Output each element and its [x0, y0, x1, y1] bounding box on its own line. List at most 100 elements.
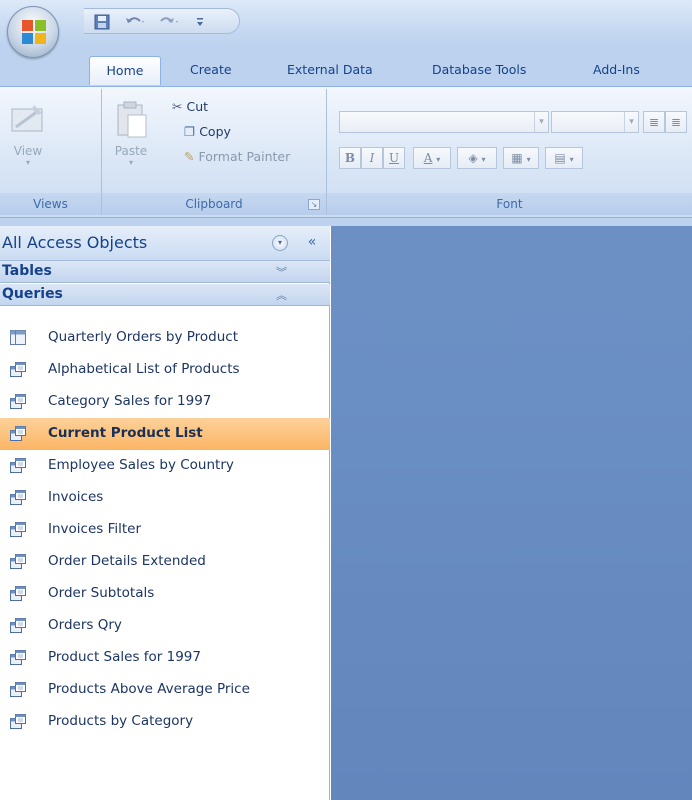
select-query-icon [10, 458, 26, 473]
nav-group-queries-label: Queries [2, 286, 63, 302]
alternate-fill-dropdown-arrow-icon: ▾ [569, 155, 574, 164]
list-item-products-above-average-price[interactable]: Products Above Average Price [0, 674, 330, 706]
copy-button[interactable]: ❐ Copy [184, 122, 231, 142]
cut-button[interactable]: ✂ Cut [172, 97, 208, 117]
select-query-icon [10, 394, 26, 409]
select-query-icon [10, 586, 26, 601]
list-item-invoices[interactable]: Invoices [0, 482, 330, 514]
quick-access-toolbar [84, 8, 240, 34]
align-center-button[interactable]: ≣ [665, 111, 687, 133]
select-query-icon [10, 554, 26, 569]
crosstab-query-icon [10, 330, 26, 345]
font-color-button[interactable]: A ▾ [413, 147, 451, 169]
fill-color-icon: ◈ [468, 151, 478, 165]
font-size-combo[interactable]: ▾ [551, 111, 639, 133]
list-item-label: Order Details Extended [48, 553, 206, 569]
list-item-category-sales-for-1997[interactable]: Category Sales for 1997 [0, 386, 330, 418]
ribbon-separator [0, 218, 692, 226]
font-color-dropdown-arrow-icon: ▾ [436, 155, 441, 164]
nav-group-tables[interactable]: Tables ︾ [0, 261, 330, 283]
font-name-dropdown-arrow-icon[interactable]: ▾ [534, 112, 548, 132]
list-item-label: Products Above Average Price [48, 681, 250, 697]
list-item-label: Product Sales for 1997 [48, 649, 201, 665]
list-item-label: Orders Qry [48, 617, 122, 633]
cut-label: Cut [186, 99, 209, 114]
scissors-icon: ✂ [172, 99, 183, 114]
list-item-employee-sales-by-country[interactable]: Employee Sales by Country [0, 450, 330, 482]
paste-button[interactable]: Paste ▾ [108, 99, 154, 183]
list-item-products-by-category[interactable]: Products by Category [0, 706, 330, 738]
title-bar [0, 0, 692, 46]
nav-pane-title[interactable]: All Access Objects [2, 233, 147, 252]
select-query-icon [10, 522, 26, 537]
clipboard-group-label: Clipboard [102, 193, 326, 215]
nav-pane-menu-dropdown-icon[interactable]: ▾ [272, 235, 288, 251]
ribbon: View ▾ Views Paste ▾ ✂ Cut ❐ Copy ✎ Form… [0, 86, 692, 218]
list-item-quarterly-orders-by-product[interactable]: Quarterly Orders by Product [0, 322, 330, 354]
alternate-fill-icon: ▤ [554, 151, 566, 165]
font-name-combo[interactable]: ▾ [339, 111, 549, 133]
nav-pane-header[interactable]: All Access Objects ▾ « [0, 226, 330, 261]
italic-button[interactable]: I [361, 147, 383, 169]
list-item-label: Invoices Filter [48, 521, 142, 537]
list-item-label: Order Subtotals [48, 585, 155, 601]
ribbon-tabs: Home Create External Data Database Tools… [0, 46, 692, 86]
alternate-fill-button[interactable]: ▤ ▾ [545, 147, 583, 169]
office-button[interactable] [7, 6, 59, 58]
gridlines-dropdown-arrow-icon: ▾ [526, 155, 531, 164]
fill-color-dropdown-arrow-icon: ▾ [481, 155, 486, 164]
font-size-dropdown-arrow-icon[interactable]: ▾ [624, 112, 638, 132]
list-item-label: Employee Sales by Country [48, 457, 234, 473]
align-center-icon: ≣ [670, 115, 682, 129]
clipboard-dialog-launcher-icon[interactable]: ↘ [308, 199, 320, 210]
select-query-icon [10, 682, 26, 697]
list-item-label: Quarterly Orders by Product [48, 329, 238, 345]
collapse-chevron-icon[interactable]: ︽ [276, 287, 287, 303]
copy-icon: ❐ [184, 124, 196, 139]
save-icon[interactable] [94, 13, 110, 31]
shutter-bar-collapse-icon[interactable]: « [302, 232, 322, 252]
list-item-product-sales-for-1997[interactable]: Product Sales for 1997 [0, 642, 330, 674]
align-left-icon: ≣ [648, 115, 660, 129]
underline-button[interactable]: U [383, 147, 405, 169]
list-item-label: Invoices [48, 489, 104, 505]
redo-icon[interactable] [158, 13, 180, 31]
view-button[interactable]: View ▾ [6, 99, 50, 183]
clipboard-group: Paste ▾ ✂ Cut ❐ Copy ✎ Format Painter Cl… [102, 89, 327, 215]
list-item-order-subtotals[interactable]: Order Subtotals [0, 578, 330, 610]
document-workspace [331, 226, 692, 800]
list-item-invoices-filter[interactable]: Invoices Filter [0, 514, 330, 546]
format-painter-label: Format Painter [198, 149, 291, 164]
font-group-label: Font [327, 193, 692, 215]
views-group-label: Views [0, 193, 101, 215]
nav-group-queries[interactable]: Queries ︽ [0, 284, 330, 306]
tab-external-data[interactable]: External Data [287, 56, 373, 85]
list-item-current-product-list[interactable]: Current Product List [0, 418, 330, 450]
undo-icon[interactable] [124, 13, 146, 31]
align-left-button[interactable]: ≣ [643, 111, 665, 133]
tab-home[interactable]: Home [89, 56, 161, 85]
select-query-icon [10, 714, 26, 729]
list-item-label: Category Sales for 1997 [48, 393, 212, 409]
list-item-order-details-extended[interactable]: Order Details Extended [0, 546, 330, 578]
paste-dropdown-arrow-icon: ▾ [128, 158, 133, 167]
tab-database-tools[interactable]: Database Tools [432, 56, 526, 85]
list-item-label: Current Product List [48, 425, 203, 441]
customize-quick-access-icon[interactable] [194, 13, 206, 31]
nav-group-tables-label: Tables [2, 263, 52, 279]
font-group: ▾ ▾ ≣ ≣ B I U A ▾ ◈ ▾ ▦ ▾ ▤ ▾ Font [327, 89, 692, 215]
paste-icon [117, 101, 147, 138]
bold-button[interactable]: B [339, 147, 361, 169]
format-painter-icon: ✎ [184, 149, 195, 164]
expand-chevron-icon[interactable]: ︾ [276, 264, 287, 280]
tab-create[interactable]: Create [190, 56, 232, 85]
list-item-orders-qry[interactable]: Orders Qry [0, 610, 330, 642]
gridlines-button[interactable]: ▦ ▾ [503, 147, 539, 169]
list-item-label: Alphabetical List of Products [48, 361, 240, 377]
fill-color-button[interactable]: ◈ ▾ [457, 147, 497, 169]
tab-add-ins[interactable]: Add-Ins [593, 56, 640, 85]
format-painter-button[interactable]: ✎ Format Painter [184, 147, 290, 167]
view-icon [11, 105, 43, 132]
list-item-alphabetical-list-of-products[interactable]: Alphabetical List of Products [0, 354, 330, 386]
paste-label: Paste [114, 144, 148, 158]
